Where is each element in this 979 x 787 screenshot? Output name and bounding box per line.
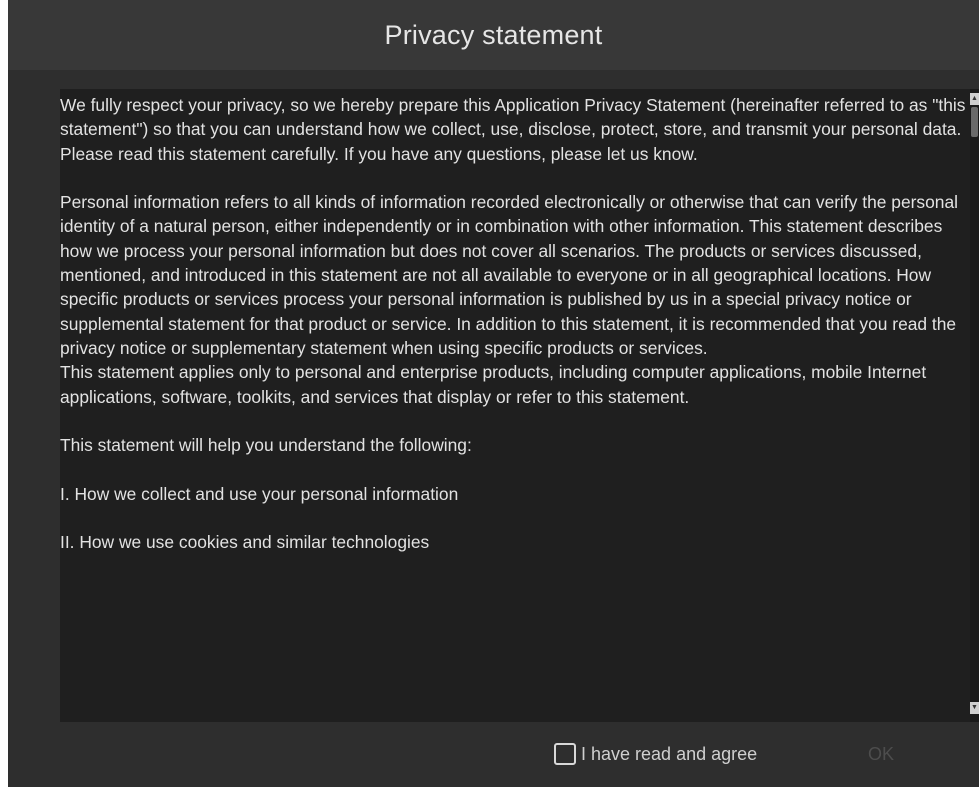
- privacy-dialog: Privacy statement We fully respect your …: [8, 0, 979, 787]
- statement-paragraph-definition: Personal information refers to all kinds…: [60, 192, 958, 358]
- agree-checkbox-row[interactable]: I have read and agree: [554, 743, 757, 765]
- statement-section-1: I. How we collect and use your personal …: [60, 483, 459, 504]
- statement-paragraph-intro: We fully respect your privacy, so we her…: [60, 95, 966, 164]
- ok-button[interactable]: OK: [868, 744, 894, 765]
- statement-text: We fully respect your privacy, so we her…: [60, 89, 970, 555]
- dialog-footer: I have read and agree OK: [8, 722, 979, 787]
- vertical-scrollbar[interactable]: ▲ ▼: [970, 89, 979, 722]
- statement-scroll-area[interactable]: We fully respect your privacy, so we her…: [60, 89, 979, 722]
- scrollbar-thumb[interactable]: [971, 107, 978, 137]
- statement-paragraph-overview: This statement will help you understand …: [60, 435, 472, 456]
- dialog-titlebar: Privacy statement: [8, 0, 979, 70]
- statement-section-2: II. How we use cookies and similar techn…: [60, 532, 430, 553]
- dialog-title: Privacy statement: [384, 19, 603, 50]
- triangle-up-icon[interactable]: ▲: [970, 93, 979, 105]
- statement-paragraph-scope: This statement applies only to personal …: [60, 362, 927, 407]
- agree-checkbox[interactable]: [554, 743, 576, 765]
- agree-label: I have read and agree: [581, 743, 758, 764]
- triangle-down-icon[interactable]: ▼: [970, 702, 979, 714]
